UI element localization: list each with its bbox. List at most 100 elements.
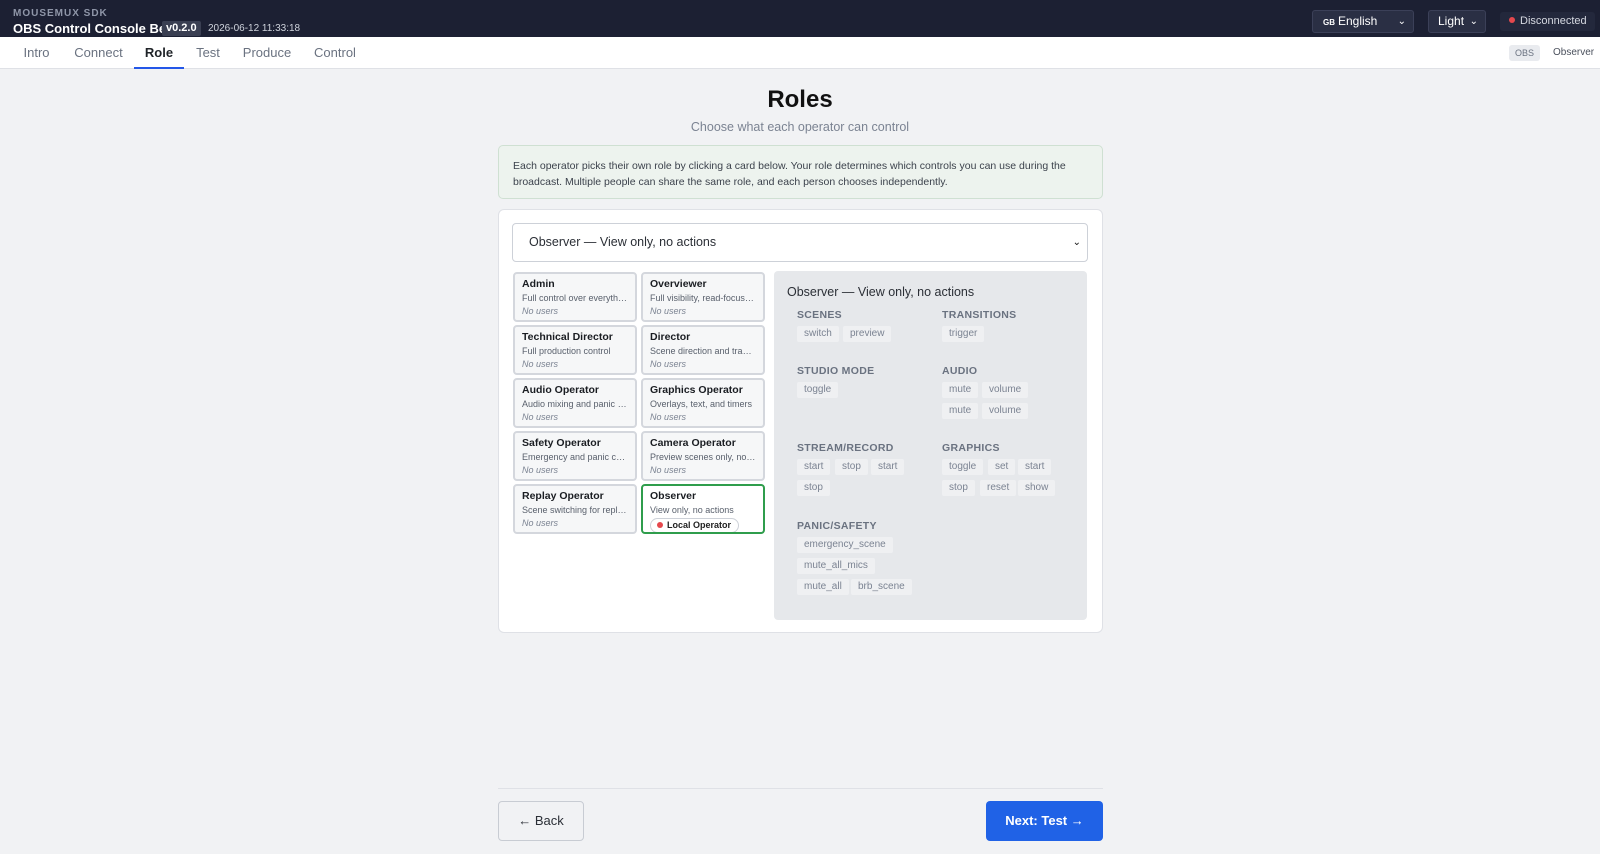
permissions-panel: Observer — View only, no actions SCENES … (774, 271, 1087, 620)
role-desc: Preview scenes only, no pr... (650, 452, 756, 462)
info-banner: Each operator picks their own role by cl… (498, 145, 1103, 199)
role-card-overviewer[interactable]: Overviewer Full visibility, read-focused… (641, 272, 765, 322)
role-card-camera-operator[interactable]: Camera Operator Preview scenes only, no … (641, 431, 765, 481)
group-label-studio-mode: STUDIO MODE (797, 365, 875, 377)
permission-chip: set (988, 459, 1016, 475)
permission-chip: toggle (797, 382, 839, 398)
role-users: No users (522, 306, 559, 316)
permission-chip: start (871, 459, 905, 475)
group-label-stream-record: STREAM/RECORD (797, 442, 894, 454)
obs-badge: OBS (1509, 45, 1541, 61)
back-button[interactable]: ← Back (498, 801, 584, 841)
footer-divider (498, 788, 1103, 789)
flag-icon: GB (1323, 18, 1335, 27)
role-card-director[interactable]: Director Scene direction and transiti...… (641, 325, 765, 375)
tab-bar: Intro Connect Role Test Produce Control (0, 37, 1600, 69)
permission-chip: mute_all (797, 579, 849, 595)
role-users: No users (650, 465, 687, 475)
role-desc: View only, no actions (650, 505, 734, 515)
top-bar: MOUSEMUX SDK OBS Control Console Beta v0… (0, 0, 1600, 37)
role-card-graphics-operator[interactable]: Graphics Operator Overlays, text, and ti… (641, 378, 765, 428)
permission-chip: emergency_scene (797, 537, 893, 553)
role-card-safety-operator[interactable]: Safety Operator Emergency and panic cont… (513, 431, 637, 481)
tab-control[interactable]: Control (310, 37, 360, 69)
role-card-audio-operator[interactable]: Audio Operator Audio mixing and panic co… (513, 378, 637, 428)
language-select[interactable]: GB English ⌄ (1312, 10, 1414, 33)
permission-chip: volume (982, 382, 1029, 398)
next-button[interactable]: Next: Test → (986, 801, 1103, 841)
group-label-panic-safety: PANIC/SAFETY (797, 520, 877, 532)
permission-chip: show (1018, 480, 1056, 496)
role-name: Technical Director (522, 331, 613, 343)
role-name: Graphics Operator (650, 384, 743, 396)
role-desc: Full visibility, read-focused ... (650, 293, 756, 303)
permission-chip: stop (835, 459, 868, 475)
permission-chip: mute (942, 382, 979, 398)
permission-chip: stop (942, 480, 975, 496)
permissions-title: Observer — View only, no actions (787, 285, 975, 299)
app-title: OBS Control Console Beta (13, 21, 178, 36)
role-desc: Full production control (522, 346, 611, 356)
role-users: No users (650, 359, 687, 369)
chevron-down-icon: ⌄ (1469, 16, 1478, 27)
permission-chip: start (797, 459, 831, 475)
connection-status-label: Disconnected (1520, 15, 1587, 27)
role-desc: Scene switching for replays... (522, 505, 628, 515)
permission-chip: toggle (942, 459, 984, 475)
group-label-transitions: TRANSITIONS (942, 309, 1017, 321)
version-badge: v0.2.0 (162, 21, 201, 36)
role-name: Replay Operator (522, 490, 604, 502)
permission-chip: volume (982, 403, 1029, 419)
page-subtitle: Choose what each operator can control (690, 120, 910, 134)
operator-name: Local Operator (667, 520, 732, 530)
role-select-value: Observer — View only, no actions (529, 235, 717, 249)
permission-chip: mute_all_mics (797, 558, 875, 574)
role-card-replay-operator[interactable]: Replay Operator Scene switching for repl… (513, 484, 637, 534)
chevron-down-icon: ⌄ (1072, 237, 1081, 248)
group-label-audio: AUDIO (942, 365, 978, 377)
permission-chip: reset (980, 480, 1017, 496)
chevron-down-icon: ⌄ (1397, 16, 1406, 27)
role-users: No users (522, 412, 559, 422)
role-desc: Full control over everything (522, 293, 628, 303)
role-users: No users (522, 359, 559, 369)
language-label: English (1338, 14, 1378, 28)
permission-chip: start (1018, 459, 1052, 475)
page-title: Roles (767, 86, 833, 113)
role-desc: Overlays, text, and timers (650, 399, 753, 409)
permission-chip: mute (942, 403, 979, 419)
permission-chip: stop (797, 480, 830, 496)
role-name: Director (650, 331, 691, 343)
group-label-graphics: GRAPHICS (942, 442, 1000, 454)
role-card-admin[interactable]: Admin Full control over everything No us… (513, 272, 637, 322)
role-name: Overviewer (650, 278, 707, 290)
current-role-label: Observer (1553, 47, 1595, 58)
theme-select[interactable]: Light ⌄ (1428, 10, 1486, 33)
permission-chip: switch (797, 326, 839, 342)
role-users: No users (522, 518, 559, 528)
roles-card: Observer — View only, no actions ⌄ Admin… (498, 209, 1103, 633)
status-dot-icon (1509, 17, 1515, 23)
role-card-observer[interactable]: Observer View only, no actions Local Ope… (641, 484, 765, 534)
tab-test[interactable]: Test (190, 37, 226, 69)
operator-badge: Local Operator (650, 518, 740, 532)
timestamp: 2026-06-12 11:33:18 (208, 23, 301, 34)
role-name: Observer (650, 490, 697, 502)
connection-status: Disconnected (1500, 12, 1595, 31)
role-card-technical-director[interactable]: Technical Director Full production contr… (513, 325, 637, 375)
role-desc: Emergency and panic contr... (522, 452, 628, 462)
tab-produce[interactable]: Produce (240, 37, 294, 69)
permission-chip: brb_scene (851, 579, 912, 595)
permission-chip: trigger (942, 326, 985, 342)
sdk-label: MOUSEMUX SDK (13, 8, 108, 19)
theme-label: Light (1438, 14, 1465, 28)
role-users: No users (650, 412, 687, 422)
role-users: No users (650, 306, 687, 316)
role-name: Camera Operator (650, 437, 736, 449)
role-users: No users (522, 465, 559, 475)
tab-intro[interactable]: Intro (14, 37, 59, 69)
tab-connect[interactable]: Connect (69, 37, 128, 69)
group-label-scenes: SCENES (797, 309, 842, 321)
role-select[interactable]: Observer — View only, no actions ⌄ (512, 223, 1088, 262)
tab-role[interactable]: Role (134, 37, 184, 69)
